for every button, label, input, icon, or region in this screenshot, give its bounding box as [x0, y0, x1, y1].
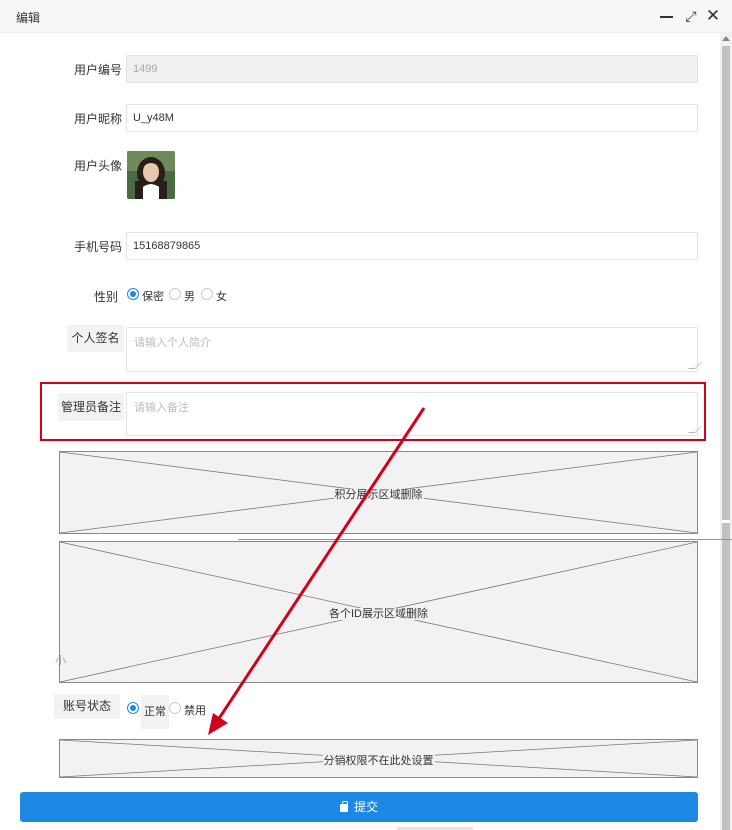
ids-area-placeholder: 各个ID展示区域删除 — [59, 541, 698, 683]
gender-radio-secret[interactable] — [127, 288, 139, 300]
resize-grip-icon[interactable] — [688, 362, 702, 369]
gender-radio-female[interactable] — [201, 288, 213, 300]
close-icon[interactable]: ✕ — [704, 6, 722, 26]
nickname-label: 用户昵称 — [74, 112, 123, 126]
points-area-text: 积分展示区域删除 — [333, 489, 424, 501]
submit-label: 提交 — [353, 800, 378, 814]
left-stub-text: 小 — [55, 655, 66, 667]
status-option-normal[interactable]: 正常 — [141, 695, 169, 729]
maximize-icon[interactable]: ⤢ — [682, 6, 700, 26]
minimize-icon[interactable] — [656, 6, 676, 26]
window-title: 编辑 — [16, 11, 41, 25]
points-area-placeholder: 积分展示区域删除 — [59, 451, 698, 534]
annotation-highlight-box — [40, 382, 706, 441]
signature-placeholder: 请输入个人简介 — [134, 337, 211, 349]
user-id-field: 1499 — [126, 55, 698, 83]
status-radio-disabled[interactable] — [169, 702, 181, 714]
ids-area-text: 各个ID展示区域删除 — [328, 608, 429, 620]
gender-option-female[interactable]: 女 — [216, 288, 227, 304]
phone-field[interactable]: 15168879865 — [126, 232, 698, 260]
distribution-area-text: 分销权限不在此处设置 — [322, 755, 435, 767]
scrollbar-thumb[interactable] — [722, 46, 730, 830]
user-id-label: 用户编号 — [74, 63, 123, 77]
gender-radio-male[interactable] — [169, 288, 181, 300]
window-titlebar: 编辑 ⤢ ✕ — [0, 0, 732, 33]
avatar-label: 用户头像 — [74, 159, 123, 173]
annotation-line — [238, 539, 732, 540]
submit-button[interactable]: 提交 — [20, 792, 698, 822]
account-status-label: 账号状态 — [54, 694, 120, 719]
signature-textarea[interactable]: 请输入个人简介 — [126, 327, 702, 372]
gender-option-male[interactable]: 男 — [184, 288, 195, 304]
avatar-image — [127, 151, 175, 199]
status-option-disabled[interactable]: 禁用 — [184, 702, 206, 718]
avatar[interactable] — [127, 151, 175, 199]
lock-icon — [339, 801, 348, 812]
scroll-up-arrow-icon[interactable] — [722, 36, 730, 41]
phone-label: 手机号码 — [74, 240, 123, 254]
nickname-field[interactable]: U_y48M — [126, 104, 698, 132]
signature-label: 个人签名 — [67, 325, 124, 352]
gender-label: 性别 — [94, 290, 119, 304]
gender-option-secret[interactable]: 保密 — [142, 288, 164, 304]
scrollbar-notch — [722, 520, 730, 523]
status-radio-normal[interactable] — [127, 702, 139, 714]
distribution-area-placeholder: 分销权限不在此处设置 — [59, 739, 698, 778]
